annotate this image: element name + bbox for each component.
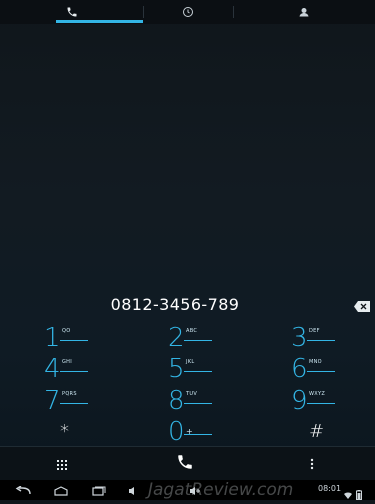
person-icon xyxy=(298,3,310,22)
back-arrow-icon xyxy=(15,481,31,500)
dial-key-8[interactable]: 8 TUV xyxy=(168,386,288,416)
dial-key-7[interactable]: 7 PQRS xyxy=(44,386,164,416)
speaker-icon xyxy=(128,481,138,500)
dialpad-grid-icon xyxy=(57,455,67,474)
battery-icon xyxy=(356,485,364,500)
tab-contacts[interactable] xyxy=(233,0,375,24)
system-nav-bar: JagatReview.com 08:01 xyxy=(0,480,375,500)
overflow-dots-icon xyxy=(310,455,314,474)
volume-down-button[interactable] xyxy=(122,482,144,498)
dial-key-5[interactable]: 5 JKL xyxy=(168,354,288,384)
dial-key-1[interactable]: 1 QO xyxy=(44,323,164,353)
status-clock: 08:01 xyxy=(318,484,342,493)
dial-key-0[interactable]: 0 + xyxy=(168,417,288,447)
call-button[interactable] xyxy=(150,447,220,481)
recents-button[interactable] xyxy=(88,482,110,498)
dial-key-hash[interactable]: # xyxy=(309,417,375,447)
dial-key-9[interactable]: 9 WXYZ xyxy=(291,386,375,416)
number-display: 0812-3456-789 xyxy=(0,292,375,320)
back-button[interactable] xyxy=(12,482,34,498)
backspace-icon[interactable] xyxy=(354,297,370,312)
watermark-text: JagatReview.com xyxy=(148,480,294,500)
dialed-number: 0812-3456-789 xyxy=(110,295,240,314)
wifi-icon xyxy=(344,485,352,499)
tab-recent[interactable] xyxy=(143,0,233,24)
home-button[interactable] xyxy=(50,482,72,498)
dial-key-3[interactable]: 3 DEF xyxy=(291,323,375,353)
phone-icon xyxy=(66,3,78,22)
active-tab-indicator xyxy=(56,20,143,23)
dial-key-4[interactable]: 4 GHI xyxy=(44,354,164,384)
clock-icon xyxy=(182,3,194,22)
dialpad-toggle-button[interactable] xyxy=(40,447,84,481)
dial-key-6[interactable]: 6 MNO xyxy=(291,354,375,384)
tab-bar xyxy=(0,0,375,24)
recent-apps-icon xyxy=(92,481,106,500)
dialer-action-bar xyxy=(0,446,375,481)
overflow-menu-button[interactable] xyxy=(290,447,334,481)
home-icon xyxy=(53,481,69,500)
phone-call-icon xyxy=(176,453,194,475)
dial-key-2[interactable]: 2 ABC xyxy=(168,323,288,353)
dial-key-star[interactable]: * xyxy=(60,417,180,447)
